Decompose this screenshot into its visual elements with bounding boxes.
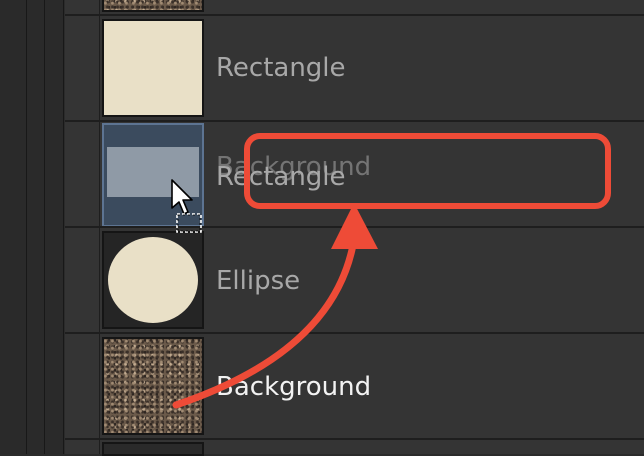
annotation-arrow-icon (172, 203, 378, 409)
annotation-highlight-box (244, 133, 611, 209)
